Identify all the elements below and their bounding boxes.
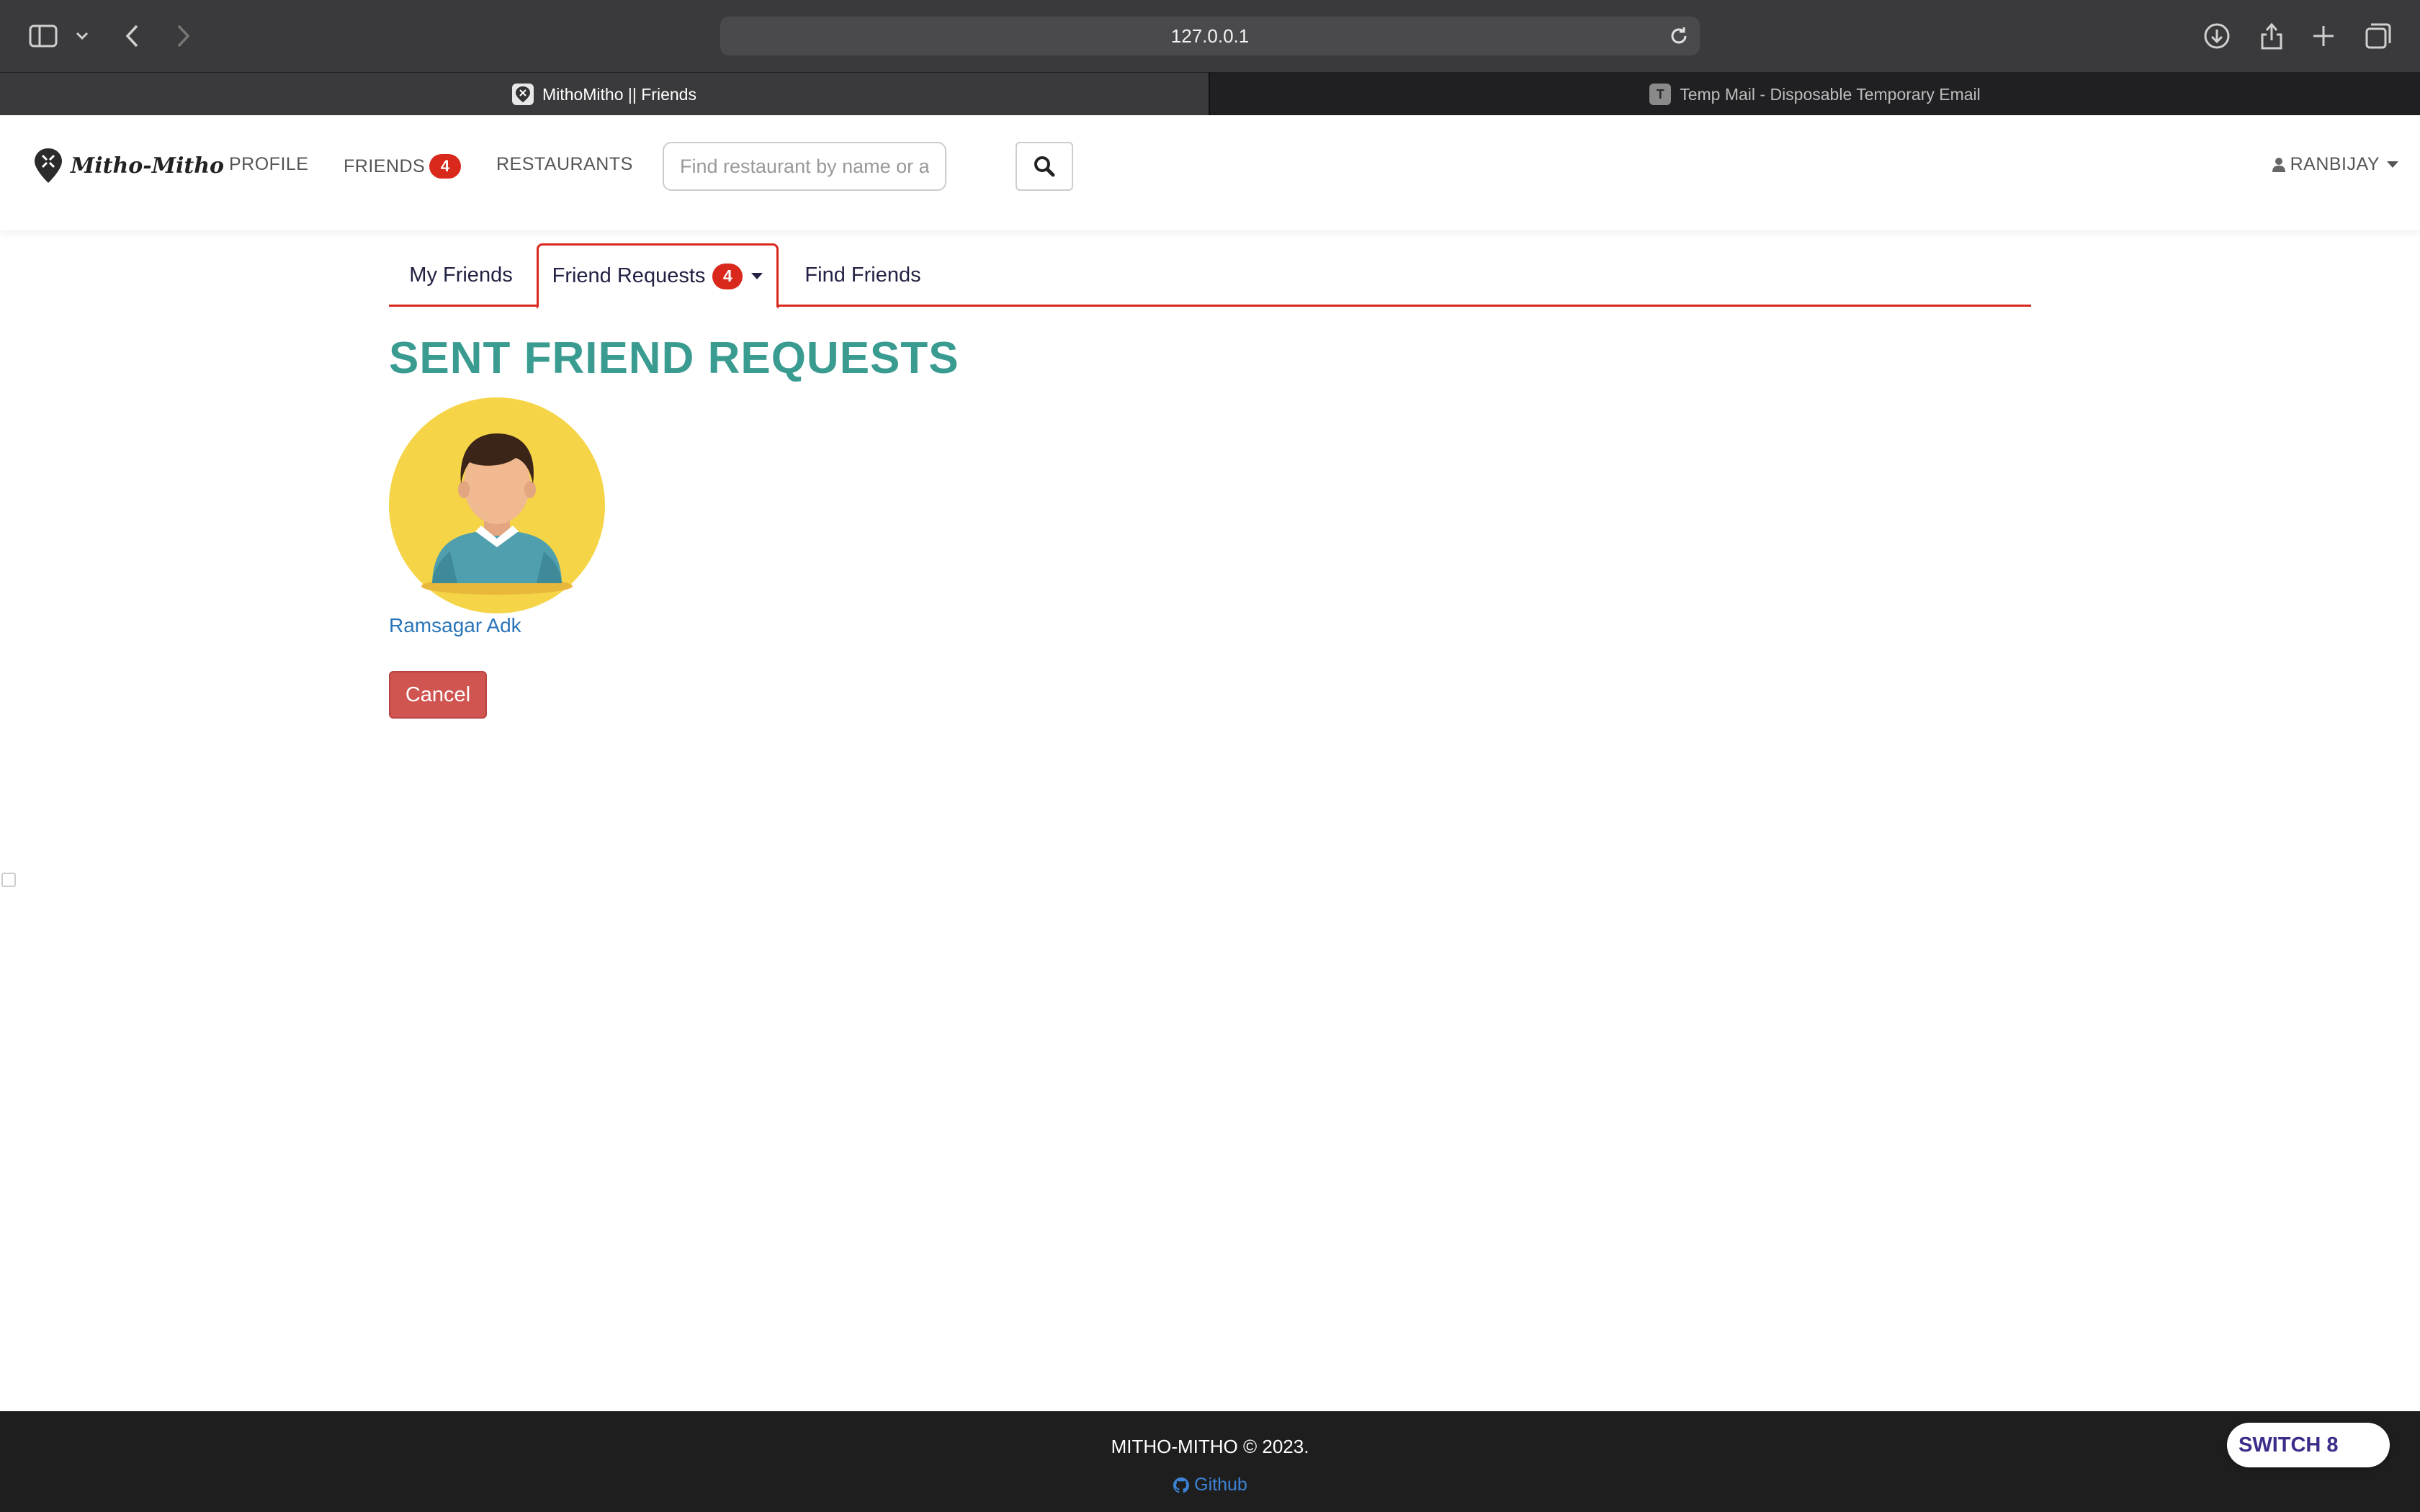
user-icon	[2272, 157, 2285, 172]
tab-friend-requests-label: Friend Requests	[552, 264, 706, 287]
nav-restaurants-link[interactable]: RESTAURANTS	[496, 154, 633, 175]
share-icon[interactable]	[2254, 19, 2289, 53]
friend-requests-count-badge: 4	[712, 263, 743, 289]
page-title: SENT FRIEND REQUESTS	[389, 333, 959, 383]
nav-friends-label: FRIENDS	[344, 156, 426, 176]
tab-overview-icon[interactable]	[2361, 19, 2396, 53]
back-icon[interactable]	[115, 19, 150, 53]
footer-copyright: MITHO-MITHO © 2023.	[1111, 1436, 1309, 1457]
github-link-label: Github	[1194, 1475, 1247, 1495]
switch-button[interactable]: SWITCH 8	[2227, 1423, 2390, 1467]
mithomitho-favicon-icon	[512, 84, 534, 105]
search-icon	[1034, 156, 1055, 177]
tab-my-friends-label: My Friends	[409, 263, 513, 287]
sidebar-toggle-icon[interactable]	[26, 19, 60, 53]
github-icon	[1173, 1477, 1190, 1493]
reload-icon[interactable]	[1668, 25, 1690, 47]
cancel-request-button[interactable]: Cancel	[389, 671, 487, 719]
restaurant-search-input[interactable]	[663, 142, 946, 191]
brand-logo-icon	[35, 148, 62, 183]
browser-toolbar: 127.0.0.1	[0, 0, 2420, 72]
tab-find-friends-label: Find Friends	[805, 263, 921, 287]
browser-tab-strip: MithoMitho || Friends T Temp Mail - Disp…	[0, 72, 2420, 116]
address-bar[interactable]: 127.0.0.1	[720, 17, 1700, 55]
tab-find-friends[interactable]: Find Friends	[784, 243, 942, 307]
friend-avatar[interactable]	[389, 397, 605, 613]
friend-name-link[interactable]: Ramsagar Adk	[389, 614, 521, 637]
nav-profile-link[interactable]: PROFILE	[229, 154, 308, 175]
url-text: 127.0.0.1	[1170, 24, 1250, 47]
nav-friends-link[interactable]: FRIENDS 4	[344, 154, 462, 179]
brand-link[interactable]: Mitho-Mitho	[33, 145, 224, 186]
temp-mail-favicon-icon: T	[1649, 84, 1672, 105]
new-tab-icon[interactable]	[2306, 19, 2341, 53]
chevron-down-icon[interactable]	[65, 19, 99, 53]
friends-count-badge: 4	[429, 154, 462, 179]
caret-down-icon	[751, 273, 763, 279]
forward-icon[interactable]	[166, 19, 200, 53]
caret-down-icon	[2387, 161, 2398, 168]
browser-tab-title: MithoMitho || Friends	[542, 84, 696, 104]
browser-tab-mithomitho[interactable]: MithoMitho || Friends	[0, 73, 1209, 116]
downloads-icon[interactable]	[2200, 19, 2234, 53]
browser-tab-temp-mail[interactable]: T Temp Mail - Disposable Temporary Email	[1210, 73, 2420, 116]
side-checkbox[interactable]	[1, 873, 16, 887]
user-name: RANBIJAY	[2290, 154, 2380, 174]
search-button[interactable]	[1016, 142, 1073, 191]
app-navbar: Mitho-Mitho PROFILE FRIENDS 4 RESTAURANT…	[0, 115, 2420, 230]
browser-tab-title: Temp Mail - Disposable Temporary Email	[1680, 84, 1981, 104]
tab-my-friends[interactable]: My Friends	[389, 243, 533, 307]
user-menu-dropdown[interactable]: RANBIJAY	[2272, 154, 2398, 175]
tab-friend-requests[interactable]: Friend Requests 4	[537, 243, 779, 309]
tab-divider	[1209, 72, 1210, 115]
github-link[interactable]: Github	[0, 1475, 2420, 1495]
site-footer: MITHO-MITHO © 2023. Github	[0, 1411, 2420, 1512]
friend-tabs: My Friends Friend Requests 4 Find Friend…	[389, 243, 2031, 309]
brand-name: Mitho-Mitho	[71, 153, 225, 179]
